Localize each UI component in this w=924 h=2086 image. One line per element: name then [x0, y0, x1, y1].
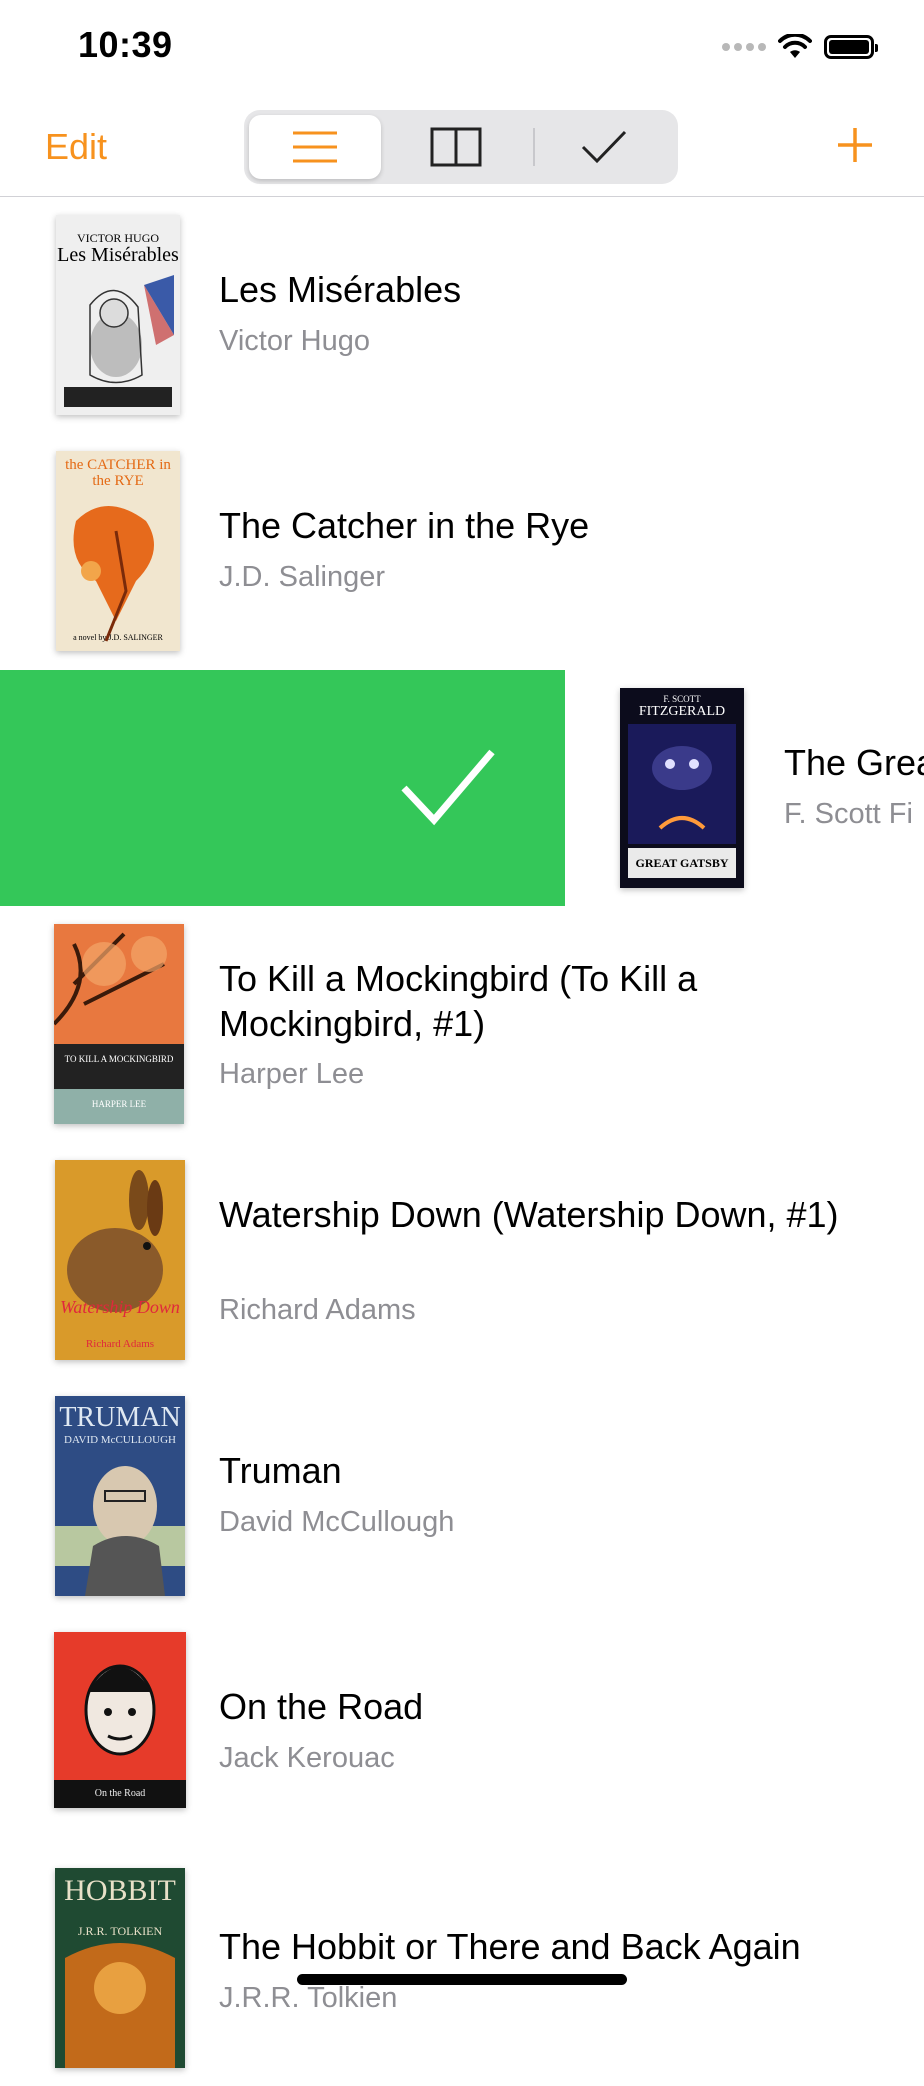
cover-title: Watership Down: [60, 1297, 180, 1317]
cover-author: J.R.R. TOLKIEN: [77, 1924, 163, 1938]
cover-title: Les Misérables: [57, 244, 179, 266]
book-title: Watership Down (Watership Down, #1): [219, 1194, 839, 1235]
cover-title: On the Road: [94, 1788, 146, 1799]
book-author: J.D. Salinger: [219, 561, 386, 593]
book-row[interactable]: VICTOR HUGO Les Misérables Les Misérable…: [0, 197, 924, 433]
cover-author: F. SCOTT: [663, 694, 701, 704]
book-cover: VICTOR HUGO Les Misérables: [56, 215, 180, 415]
book-row[interactable]: HOBBIT J.R.R. TOLKIEN The Hobbit or Ther…: [0, 1850, 924, 2086]
segment-two-column-view[interactable]: [386, 115, 526, 179]
book-row[interactable]: the CATCHER in the RYE a novel by J.D. S…: [0, 433, 924, 669]
cellular-signal-icon: [722, 43, 766, 51]
book-title: The Grea: [784, 742, 924, 783]
status-icons: [722, 34, 878, 60]
book-author: J.R.R. Tolkien: [219, 1982, 398, 2014]
book-title: To Kill a Mockingbird (To Kill a Mocking…: [219, 958, 698, 1044]
book-title: Truman: [219, 1450, 342, 1491]
cover-title: the CATCHER in the RYE: [65, 457, 171, 489]
add-button[interactable]: [836, 126, 874, 164]
book-cover: F. SCOTT FITZGERALD GREAT GATSBY: [620, 688, 744, 888]
cover-title: TO KILL A MOCKINGBIRD: [64, 1054, 174, 1064]
book-cover: On the Road: [54, 1632, 186, 1808]
segment-list-view[interactable]: [249, 115, 381, 179]
status-time: 10:39: [78, 24, 173, 65]
checkmark-icon: [401, 749, 495, 826]
book-author: F. Scott Fi: [784, 798, 913, 830]
cover-title: TRUMAN: [59, 1402, 181, 1433]
book-row[interactable]: Watership Down Richard Adams Watership D…: [0, 1142, 924, 1378]
book-cover: Watership Down Richard Adams: [55, 1160, 185, 1360]
book-author: Harper Lee: [219, 1058, 365, 1090]
book-cover: the CATCHER in the RYE a novel by J.D. S…: [56, 451, 180, 651]
cover-author: HARPER LEE: [91, 1099, 147, 1109]
mark-read-swipe-action[interactable]: [0, 670, 565, 906]
list-icon: [293, 131, 337, 163]
book-author: Richard Adams: [219, 1294, 416, 1326]
battery-icon: [824, 35, 878, 59]
book-row-swiped[interactable]: F. SCOTT FITZGERALD GREAT GATSBY The Gre…: [565, 670, 924, 906]
book-title: On the Road: [219, 1686, 424, 1727]
book-title: The Catcher in the Rye: [219, 505, 590, 546]
cover-author: DAVID McCULLOUGH: [64, 1434, 176, 1446]
book-row[interactable]: TRUMAN DAVID McCULLOUGH Truman David McC…: [0, 1378, 924, 1614]
book-author: Jack Kerouac: [219, 1742, 395, 1774]
book-title: Les Misérables: [219, 269, 462, 310]
home-indicator[interactable]: [297, 1974, 627, 1985]
book-author: Victor Hugo: [219, 325, 370, 357]
edit-button[interactable]: Edit: [45, 126, 107, 168]
book-author: David McCullough: [219, 1506, 455, 1538]
cover-author-last: FITZGERALD: [638, 704, 726, 719]
book-cover: TO KILL A MOCKINGBIRD HARPER LEE: [54, 924, 184, 1124]
book-row[interactable]: TO KILL A MOCKINGBIRD HARPER LEE To Kill…: [0, 906, 924, 1142]
book-cover: HOBBIT J.R.R. TOLKIEN: [55, 1868, 185, 2068]
view-mode-segmented-control[interactable]: [244, 110, 678, 184]
checkmark-icon: [581, 130, 627, 164]
book-cover: TRUMAN DAVID McCULLOUGH: [55, 1396, 185, 1596]
segment-checkmark-view[interactable]: [534, 115, 674, 179]
wifi-icon: [778, 34, 812, 58]
cover-title: GREAT GATSBY: [635, 856, 729, 870]
book-title: The Hobbit or There and Back Again: [219, 1926, 801, 1967]
book-columns-icon: [430, 127, 482, 167]
cover-title: HOBBIT: [64, 1874, 176, 1907]
book-row[interactable]: On the Road On the Road Jack Kerouac: [0, 1614, 924, 1850]
cover-author: Richard Adams: [85, 1338, 155, 1350]
cover-author: a novel by J.D. SALINGER: [73, 633, 163, 642]
